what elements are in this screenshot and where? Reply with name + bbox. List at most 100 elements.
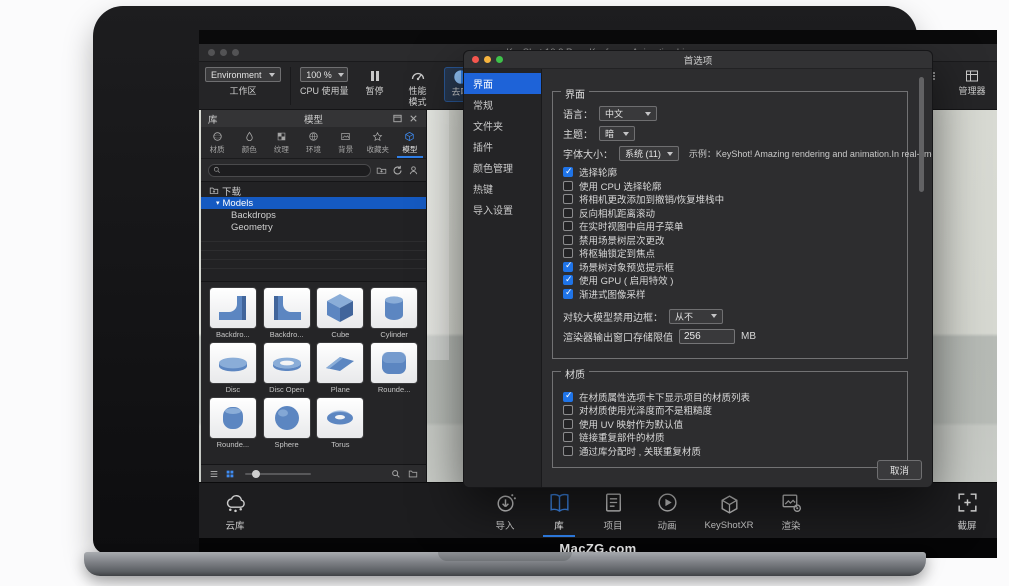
checkbox[interactable] [563,262,573,272]
checkbox[interactable] [563,248,573,258]
checkbox[interactable] [563,392,573,402]
checkbox-row[interactable]: 将枢轴锁定到焦点 [563,247,897,259]
performance-mode-button[interactable]: 性能模式 [401,67,435,108]
model-thumbnail[interactable]: Plane [315,343,367,394]
checkbox-row[interactable]: 渐进式图像采样 [563,288,897,300]
model-thumbnail[interactable]: Sphere [261,398,313,449]
environment-dropdown[interactable]: Environment [205,67,281,82]
nav-screenshot[interactable]: 截屏 [943,485,991,537]
nav-library[interactable]: 库 [535,485,583,537]
font-size-dropdown[interactable]: 系统 (11) [619,146,679,161]
list-view-icon[interactable] [209,469,219,479]
pause-button[interactable]: 暂停 [358,67,392,97]
nav-render[interactable]: 渲染 [767,485,815,537]
model-thumbnail[interactable]: Disc Open [261,343,313,394]
render-icon [779,490,804,515]
thumbnail-size-slider[interactable] [245,473,311,475]
checkbox-row[interactable]: 将相机更改添加到撤销/恢复堆栈中 [563,193,897,205]
dialog-close-button[interactable] [472,56,479,63]
cancel-button[interactable]: 取消 [877,460,922,480]
checkbox-row[interactable]: 禁用场景树层次更改 [563,234,897,246]
checkbox[interactable] [563,419,573,429]
model-thumbnail[interactable]: Backdro... [261,288,313,339]
library-tab-environments[interactable]: 环境 [297,127,329,158]
tree-item-backdrops[interactable]: Backdrops [201,209,426,221]
checkbox[interactable] [563,181,573,191]
library-tab-models[interactable]: 模型 [394,127,426,158]
nav-project[interactable]: 项目 [589,485,637,537]
checkbox[interactable] [563,289,573,299]
checkbox[interactable] [563,235,573,245]
language-label: 语言： [563,106,593,121]
library-tab-materials[interactable]: 材质 [201,127,233,158]
checkbox-row[interactable]: 场景树对象预览提示框 [563,261,897,273]
model-thumbnail[interactable]: Torus [315,398,367,449]
model-thumbnail[interactable]: Rounde... [207,398,259,449]
buffer-limit-input[interactable] [679,329,735,344]
dialog-zoom-button[interactable] [496,56,503,63]
checkbox-row[interactable]: 使用 UV 映射作为默认值 [563,418,897,430]
tree-item-geometry[interactable]: Geometry [201,221,426,233]
undock-icon[interactable] [392,113,403,124]
pref-tab-general[interactable]: 常规 [464,94,541,115]
checkbox-row[interactable]: 使用 GPU ( 启用特效 ) [563,274,897,286]
model-thumbnail[interactable]: Rounde... [368,343,420,394]
checkbox[interactable] [563,167,573,177]
library-tree: 下载 ▾ Models Backdrops Geometry [201,181,426,281]
checkbox[interactable] [563,275,573,285]
material-group: 材质 在材质属性选项卡下显示项目的材质列表 对材质使用光泽度而不是粗糙度 使用 … [552,371,908,469]
checkbox-row[interactable]: 反向相机距离滚动 [563,207,897,219]
checkbox[interactable] [563,405,573,415]
refresh-icon[interactable] [392,165,403,176]
folder-icon[interactable] [408,469,418,479]
pref-tab-interface[interactable]: 界面 [464,73,541,94]
outline-disable-dropdown[interactable]: 从不 [669,309,723,324]
library-tab-favorites[interactable]: 收藏夹 [362,127,394,158]
cpu-usage-dropdown[interactable]: 100 % [300,67,348,82]
library-tab-backgrounds[interactable]: 背景 [330,127,362,158]
grid-view-icon[interactable] [225,469,235,479]
checkbox[interactable] [563,221,573,231]
model-thumbnail[interactable]: Cube [315,288,367,339]
checkbox-row[interactable]: 选择轮廓 [563,166,897,178]
pref-tab-plugins[interactable]: 插件 [464,136,541,157]
checkbox-row[interactable]: 通过库分配时 , 关联重复材质 [563,445,897,457]
tree-item-models[interactable]: ▾ Models [201,197,426,209]
dialog-minimize-button[interactable] [484,56,491,63]
checkbox[interactable] [563,432,573,442]
checkbox-row[interactable]: 使用 CPU 选择轮廓 [563,180,897,192]
model-thumbnail[interactable]: Backdro... [207,288,259,339]
checkbox-row[interactable]: 对材质使用光泽度而不是粗糙度 [563,404,897,416]
checkbox[interactable] [563,208,573,218]
pref-tab-folders[interactable]: 文件夹 [464,115,541,136]
library-tab-textures[interactable]: 纹理 [265,127,297,158]
slider-knob[interactable] [252,470,260,478]
zoom-icon[interactable] [391,469,401,479]
theme-dropdown[interactable]: 暗 [599,126,635,141]
manager-button[interactable]: 管理器 [955,67,989,97]
library-search-input[interactable] [208,164,371,177]
import-folder-icon[interactable] [376,165,387,176]
pref-tab-color-management[interactable]: 颜色管理 [464,157,541,178]
pref-tab-import-settings[interactable]: 导入设置 [464,199,541,220]
dialog-scrollbar[interactable] [919,77,924,192]
close-panel-icon[interactable] [408,113,419,124]
model-thumbnail[interactable]: Cylinder [368,288,420,339]
tree-item-downloads[interactable]: 下载 [201,185,426,197]
account-icon[interactable] [408,165,419,176]
model-thumbnail[interactable]: Disc [207,343,259,394]
nav-animation[interactable]: 动画 [643,485,691,537]
nav-import[interactable]: 导入 [481,485,529,537]
nav-cloud-library[interactable]: 云库 [211,485,259,537]
checkbox[interactable] [563,446,573,456]
library-tab-colors[interactable]: 颜色 [233,127,265,158]
language-dropdown[interactable]: 中文 [599,106,657,121]
checkbox-row[interactable]: 链接重复部件的材质 [563,431,897,443]
chevron-down-icon [667,152,673,156]
checkbox-row[interactable]: 在材质属性选项卡下显示项目的材质列表 [563,391,897,403]
dialog-titlebar[interactable]: 首选项 [464,51,932,69]
checkbox-row[interactable]: 在实时视图中启用子菜单 [563,220,897,232]
pref-tab-hotkeys[interactable]: 热键 [464,178,541,199]
checkbox[interactable] [563,194,573,204]
nav-keyshotxr[interactable]: KeyShotXR [697,485,761,537]
